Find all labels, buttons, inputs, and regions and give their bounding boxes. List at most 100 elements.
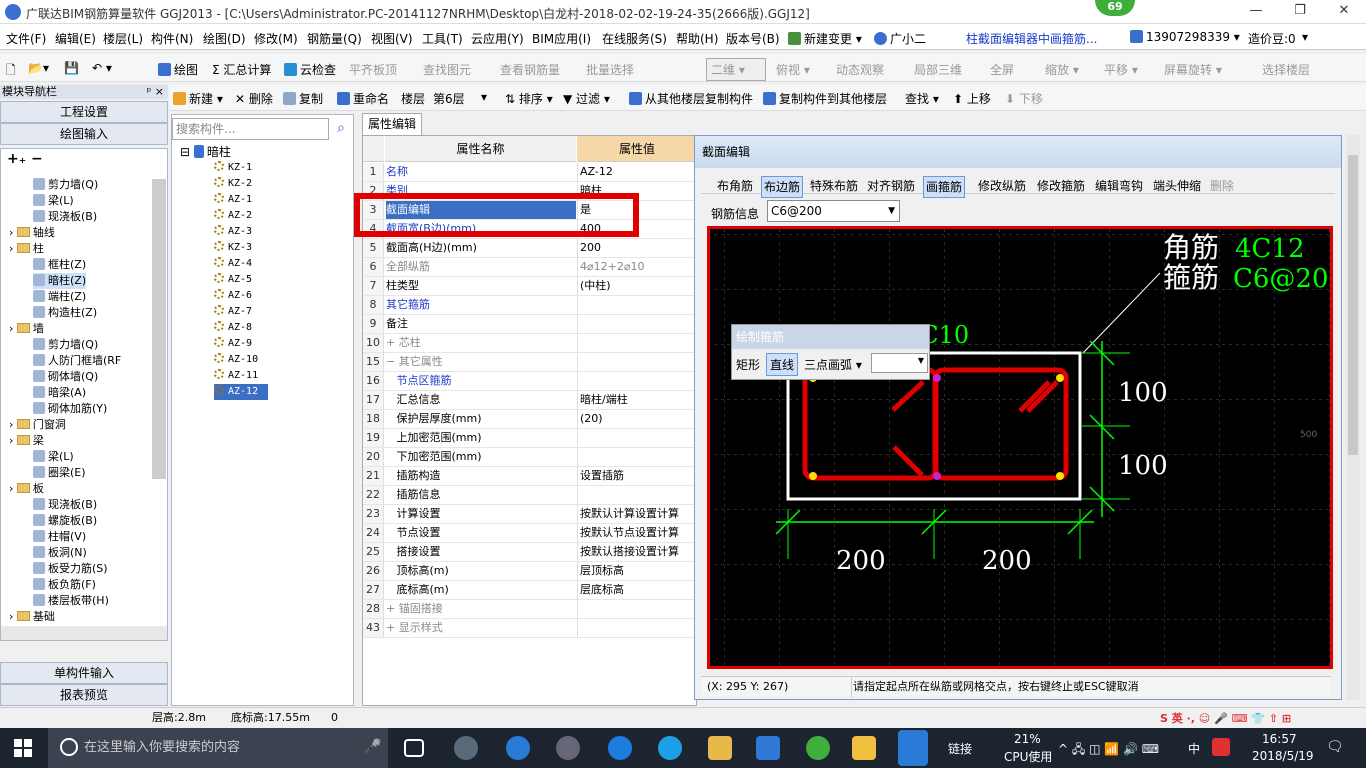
nav-tree-item[interactable]: 现浇板(B) xyxy=(33,497,97,513)
menu-edit[interactable]: 编辑(E) xyxy=(55,30,96,47)
align-rebar-button[interactable]: 对齐钢筋 xyxy=(867,176,915,196)
component-tree-root[interactable]: ⊟ 暗柱 xyxy=(180,144,231,160)
drawing-input-button[interactable]: 绘图输入 xyxy=(0,123,168,145)
property-value[interactable]: 设置插筋 xyxy=(577,467,697,485)
clock-time[interactable]: 16:57 xyxy=(1262,732,1297,746)
delete-rebar-button[interactable]: 删除 xyxy=(1210,176,1234,196)
browser-2-icon[interactable] xyxy=(556,736,580,760)
component-list-item[interactable]: AZ-12 xyxy=(214,384,268,400)
property-row[interactable]: 24 节点设置 按默认节点设置计算 xyxy=(363,524,698,543)
property-value[interactable] xyxy=(577,372,697,390)
property-row[interactable]: 8 其它箍筋 xyxy=(363,296,698,315)
corner-rebar[interactable] xyxy=(1056,472,1064,480)
property-value[interactable]: 按默认搭接设置计算 xyxy=(577,543,697,561)
property-row[interactable]: 15− 其它属性 xyxy=(363,353,698,372)
rename-button[interactable]: 重命名 xyxy=(337,90,389,107)
end-extend-button[interactable]: 端头伸缩 xyxy=(1153,176,1201,196)
component-list-item[interactable]: AZ-3 xyxy=(214,224,252,240)
property-row[interactable]: 21 插筋构造 设置插筋 xyxy=(363,467,698,486)
ie-icon[interactable] xyxy=(658,736,682,760)
special-rebar-button[interactable]: 特殊布筋 xyxy=(810,176,858,196)
notification-icon[interactable]: 🗨 xyxy=(1326,739,1344,755)
new-component-button[interactable]: 新建 ▾ xyxy=(173,90,223,107)
select-floor-button[interactable]: 选择楼层 xyxy=(1262,61,1310,78)
search-icon[interactable]: ⌕ xyxy=(330,118,352,140)
property-value[interactable]: 按默认节点设置计算 xyxy=(577,524,697,542)
pan-button[interactable]: 平移 ▾ xyxy=(1104,61,1138,78)
user-account[interactable]: 13907298339 ▾ xyxy=(1130,30,1240,44)
green-app-icon[interactable] xyxy=(806,736,830,760)
task-view-icon[interactable] xyxy=(404,739,424,757)
property-row[interactable]: 22 插筋信息 xyxy=(363,486,698,505)
menu-tools[interactable]: 工具(T) xyxy=(422,30,463,47)
nav-hscrollbar[interactable] xyxy=(1,626,167,640)
nav-tree-item[interactable]: 暗柱(Z) xyxy=(33,273,87,289)
align-slab-top-button[interactable]: 平齐板顶 xyxy=(349,61,397,78)
nav-tree-group[interactable]: › 门窗洞 xyxy=(9,417,66,433)
find-button[interactable]: 查找 ▾ xyxy=(905,90,939,107)
nav-tree-item[interactable]: 板受力筋(S) xyxy=(33,561,108,577)
notes-app-icon[interactable] xyxy=(852,736,876,760)
property-value[interactable] xyxy=(577,315,697,333)
section-drawing[interactable]: 角筋 4C12 箍筋 C6@200 1C10 100 100 500 200 xyxy=(710,229,1345,666)
property-row[interactable]: 5 截面高(H边)(mm) 200 xyxy=(363,239,698,258)
report-preview-button[interactable]: 报表预览 xyxy=(0,684,168,706)
property-row[interactable]: 43 + 显示样式 xyxy=(363,619,698,638)
pin-close-icon[interactable]: ᵖ × xyxy=(147,85,164,99)
component-list-item[interactable]: KZ-3 xyxy=(214,240,252,256)
property-row[interactable]: 23 计算设置 按默认计算设置计算 xyxy=(363,505,698,524)
ime-toolbar[interactable]: S 英 ·, ☺ 🎤 ⌨ 👕 ⇧ ⊞ xyxy=(1160,709,1291,729)
modify-long-rebar-button[interactable]: 修改纵筋 xyxy=(978,176,1026,196)
dialog-scrollbar[interactable] xyxy=(1346,135,1360,700)
ime-indicator[interactable]: 中 xyxy=(1188,740,1200,757)
nav-tree-group[interactable]: › 基础 xyxy=(9,609,55,625)
menu-floor[interactable]: 楼层(L) xyxy=(103,30,143,47)
corner-rebar[interactable] xyxy=(1056,374,1064,382)
property-row[interactable]: 18 保护层厚度(mm) (20) xyxy=(363,410,698,429)
menu-bim[interactable]: BIM应用(I) xyxy=(532,30,591,47)
copy-button[interactable]: 复制 xyxy=(283,90,323,107)
property-value[interactable]: (中柱) xyxy=(577,277,697,295)
expand-collapse-icons[interactable]: +₊ − xyxy=(7,151,43,167)
project-settings-button[interactable]: 工程设置 xyxy=(0,101,168,123)
component-list-item[interactable]: KZ-2 xyxy=(214,176,252,192)
new-file-icon[interactable]: 🗋 xyxy=(6,61,16,82)
modify-stirrup-button[interactable]: 修改箍筋 xyxy=(1037,176,1085,196)
nav-tree-item[interactable]: 暗梁(A) xyxy=(33,385,86,401)
component-list-item[interactable]: AZ-11 xyxy=(214,368,258,384)
property-value[interactable]: (20) xyxy=(577,410,697,428)
move-down-button[interactable]: ⬇ 下移 xyxy=(1005,90,1043,107)
nav-tree-item[interactable]: 剪力墙(Q) xyxy=(33,337,98,353)
component-list-item[interactable]: AZ-9 xyxy=(214,336,252,352)
delete-button[interactable]: ✕ 删除 xyxy=(235,90,273,107)
ie-browser-icon[interactable] xyxy=(506,736,530,760)
sort-button[interactable]: ⇅ 排序 ▾ xyxy=(505,90,553,107)
menu-file[interactable]: 文件(F) xyxy=(6,30,46,47)
corner-rebar[interactable] xyxy=(809,472,817,480)
property-row[interactable]: 9 备注 xyxy=(363,315,698,334)
microphone-icon[interactable]: 🎤 xyxy=(364,739,381,755)
section-canvas[interactable]: 角筋 4C12 箍筋 C6@200 1C10 100 100 500 200 xyxy=(707,226,1345,669)
component-list-item[interactable]: AZ-1 xyxy=(214,192,252,208)
draw-stirrup-button[interactable]: 画箍筋 xyxy=(923,176,966,198)
nav-tree-item[interactable]: 砌体加筋(Y) xyxy=(33,401,107,417)
property-value[interactable] xyxy=(577,353,697,371)
nav-tree-item[interactable]: 人防门框墙(RF xyxy=(33,353,121,369)
taskbar-search-input[interactable]: 在这里输入你要搜索的内容 xyxy=(48,728,388,768)
menu-cloud[interactable]: 云应用(Y) xyxy=(471,30,524,47)
windows-start-icon[interactable] xyxy=(14,739,32,757)
property-value[interactable] xyxy=(577,334,697,352)
nav-tree-item[interactable]: 板负筋(F) xyxy=(33,577,96,593)
nav-tree-item[interactable]: 端柱(Z) xyxy=(33,289,86,305)
nav-tree-item[interactable]: 现浇板(B) xyxy=(33,209,97,225)
top-view-button[interactable]: 俯视 ▾ xyxy=(776,61,810,78)
property-value[interactable] xyxy=(577,429,697,447)
view-rebar-qty-button[interactable]: 查看钢筋量 xyxy=(500,61,560,78)
copy-from-other-floor-button[interactable]: 从其他楼层复制构件 xyxy=(629,90,753,107)
copy-to-other-floor-button[interactable]: 复制构件到其他楼层 xyxy=(763,90,887,107)
component-search-input[interactable]: 搜索构件... xyxy=(172,118,329,140)
property-value[interactable]: 暗柱/端柱 xyxy=(577,391,697,409)
property-value[interactable] xyxy=(577,600,697,618)
nav-tree-item[interactable]: 梁(L) xyxy=(33,449,74,465)
property-row[interactable]: 10 + 芯柱 xyxy=(363,334,698,353)
